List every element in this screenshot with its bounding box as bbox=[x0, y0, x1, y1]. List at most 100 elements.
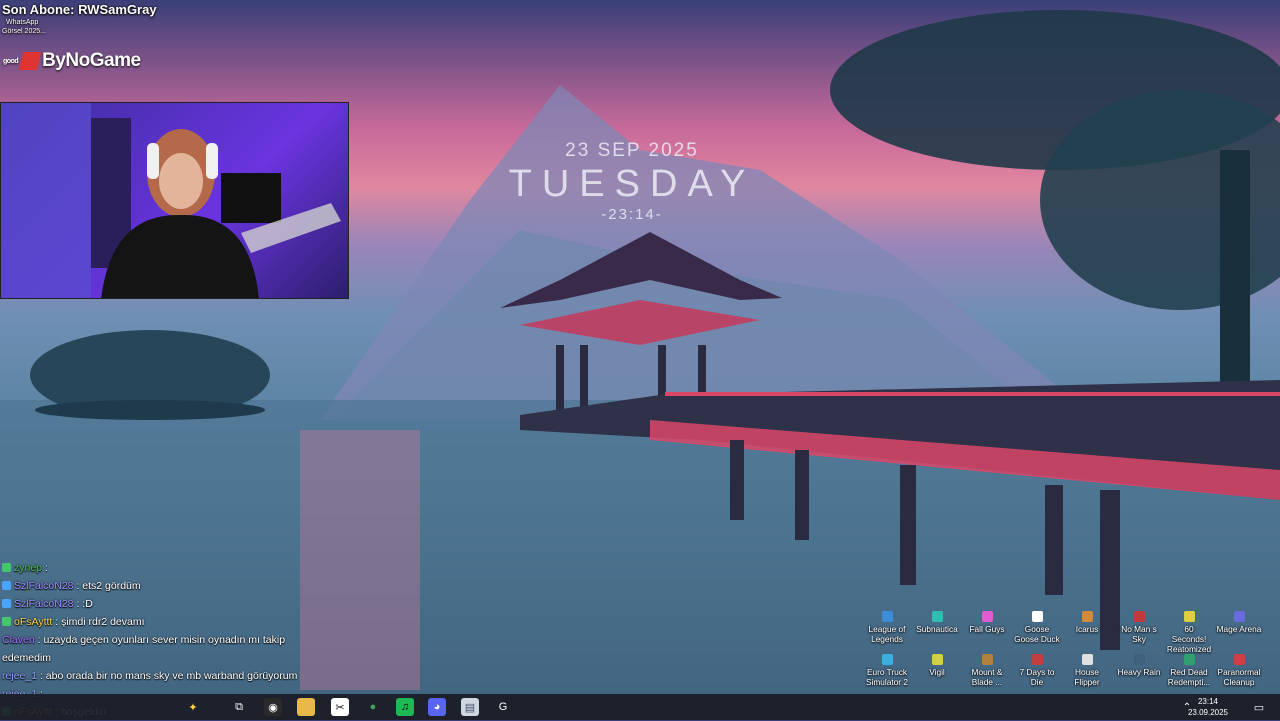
notepad-icon[interactable]: ▤ bbox=[461, 698, 479, 716]
system-time: 23:14 bbox=[1197, 697, 1218, 706]
logo-mark-icon bbox=[18, 52, 42, 70]
desktop-shortcut-label: Fall Guys bbox=[969, 624, 1005, 634]
desktop-shortcut-label: Red Dead Redempti... bbox=[1167, 667, 1211, 687]
desktop-shortcut[interactable]: Goose Goose Duck bbox=[1014, 611, 1060, 644]
chat-badge-icon bbox=[2, 599, 11, 608]
desktop-shortcut[interactable]: Red Dead Redempti... bbox=[1166, 654, 1212, 687]
overlay-tiny-text: good bbox=[3, 57, 19, 65]
desktop-shortcut-label: 7 Days to Die bbox=[1019, 667, 1055, 687]
desktop-shortcut[interactable]: 60 Seconds! Reatomized bbox=[1166, 611, 1212, 654]
desktop-shortcut-label: Mage Arena bbox=[1216, 624, 1262, 634]
desktop-shortcut-label: Vigil bbox=[929, 667, 945, 677]
app-shortcut-icon bbox=[1081, 654, 1093, 665]
desktop-shortcut[interactable]: House Flipper bbox=[1064, 654, 1110, 687]
app-shortcut-icon bbox=[1233, 654, 1245, 665]
desktop-shortcut[interactable]: No Man s Sky bbox=[1116, 611, 1162, 644]
chat-message: oFsAyttt : şimdi rdr2 devamı bbox=[2, 613, 322, 631]
desktop-shortcut[interactable]: Icarus bbox=[1064, 611, 1110, 634]
last-subscriber-label: Son Abone: RWSamGray bbox=[2, 2, 157, 17]
chat-message: zynep : bbox=[2, 559, 322, 577]
chat-badge-icon bbox=[2, 563, 11, 572]
chat-text: edemedim bbox=[2, 652, 52, 664]
desktop-shortcut[interactable]: Vigil bbox=[914, 654, 960, 677]
capcut-icon[interactable]: ✂ bbox=[331, 698, 349, 716]
app-shortcut-icon bbox=[1183, 611, 1195, 622]
desktop-shortcut-label: No Man s Sky bbox=[1121, 624, 1157, 644]
app-shortcut-icon bbox=[1183, 654, 1195, 665]
desktop-shortcut[interactable]: Fall Guys bbox=[964, 611, 1010, 634]
discord-icon[interactable]: ◕ bbox=[428, 698, 446, 716]
app-shortcut-icon bbox=[1133, 611, 1145, 622]
app-shortcut-icon bbox=[1133, 654, 1145, 665]
chat-text: : uzayda geçen oyunları sever misin oyna… bbox=[34, 634, 286, 646]
chat-username[interactable]: oFsAyttt bbox=[14, 616, 52, 628]
app-shortcut-icon bbox=[881, 611, 893, 622]
chat-message: Claven : uzayda geçen oyunları sever mis… bbox=[2, 631, 322, 649]
chat-message: SzlFalcoN28 : :D bbox=[2, 595, 322, 613]
chat-username[interactable]: rejee_1 bbox=[2, 670, 37, 682]
desktop-shortcut[interactable]: Paranormal Cleanup bbox=[1216, 654, 1262, 687]
chat-username[interactable]: SzlFalcoN28 bbox=[14, 580, 74, 592]
desktop-shortcut[interactable]: Euro Truck Simulator 2 bbox=[864, 654, 910, 687]
desktop-shortcut-label: House Flipper bbox=[1074, 667, 1100, 687]
file-explorer-icon[interactable]: ▬ bbox=[297, 698, 315, 716]
chat-text: : bbox=[42, 562, 48, 574]
task-view-icon[interactable]: ⧉ bbox=[230, 698, 248, 716]
desktop-shortcut[interactable]: Mage Arena bbox=[1216, 611, 1262, 634]
app-shortcut-icon bbox=[931, 611, 943, 622]
g-hub-icon[interactable]: G bbox=[494, 698, 512, 716]
desktop-shortcut[interactable]: 7 Days to Die bbox=[1014, 654, 1060, 687]
app-shortcut-icon bbox=[1233, 611, 1245, 622]
app-shortcut-icon bbox=[981, 654, 993, 665]
desktop-shortcut-label: Mount & Blade ... bbox=[971, 667, 1003, 687]
desktop-shortcut-label: 60 Seconds! Reatomized bbox=[1166, 624, 1212, 654]
chat-username[interactable]: Claven bbox=[2, 634, 35, 646]
sparkle-widget-icon[interactable]: ✦ bbox=[184, 698, 202, 716]
clock-day: TUESDAY bbox=[508, 163, 756, 205]
desktop-shortcut-label: Paranormal Cleanup bbox=[1217, 667, 1261, 687]
chat-username[interactable]: zynep bbox=[14, 562, 42, 574]
clock-time: -23:14- bbox=[601, 206, 663, 223]
system-date: 23.09.2025 bbox=[1187, 708, 1228, 717]
desktop-shortcut-label: Heavy Rain bbox=[1117, 667, 1161, 677]
desktop-shortcut-label: Euro Truck Simulator 2 bbox=[866, 667, 908, 687]
chat-message: SzlFalcoN28 : ets2 gördüm bbox=[2, 577, 322, 595]
chat-badge-icon bbox=[2, 617, 11, 626]
desktop-shortcut-label: Icarus bbox=[1075, 624, 1099, 634]
desktop-shortcut-label: Goose Goose Duck bbox=[1014, 624, 1060, 644]
webcam-person-image bbox=[1, 103, 341, 298]
app-shortcut-icon bbox=[1031, 654, 1043, 665]
chat-message: rejee_1 : abo orada bir no mans sky ve m… bbox=[2, 667, 322, 685]
system-clock[interactable]: 23:14 23.09.2025 bbox=[1188, 696, 1228, 718]
spotify-icon[interactable]: ♫ bbox=[396, 698, 414, 716]
desktop-shortcut-label: League of Legends bbox=[868, 624, 906, 644]
app-shortcut-icon bbox=[981, 611, 993, 622]
clock-date: 23 SEP 2025 bbox=[565, 140, 699, 161]
bynogame-logo: good ByNoGame bbox=[3, 50, 141, 72]
app-shortcut-icon bbox=[881, 654, 893, 665]
overlay-tiny-text: WhatsApp bbox=[6, 19, 39, 26]
desktop-shortcut[interactable]: Heavy Rain bbox=[1116, 654, 1162, 677]
desktop-shortcut[interactable]: Mount & Blade ... bbox=[964, 654, 1010, 687]
taskbar: ✦ ⧉ ◉ ▬ ✂ ● ♫ ◕ ▤ G ⌃ 23:14 23.09.2025 ▭ bbox=[0, 694, 1280, 720]
webcam-feed bbox=[0, 102, 349, 299]
chrome-icon[interactable]: ● bbox=[364, 698, 382, 716]
chat-username[interactable]: SzlFalcoN28 bbox=[14, 598, 74, 610]
chat-text: : :D bbox=[73, 598, 93, 610]
chat-badge-icon bbox=[2, 581, 11, 590]
chat-text: : şimdi rdr2 devamı bbox=[52, 616, 145, 628]
desktop-shortcut[interactable]: League of Legends bbox=[864, 611, 910, 644]
logo-text: ByNoGame bbox=[42, 50, 141, 71]
notification-icon[interactable]: ▭ bbox=[1250, 698, 1268, 716]
wallpaper-clock: 23 SEP 2025 TUESDAY -23:14- bbox=[508, 140, 756, 223]
overlay-tiny-text: Görsel 2025... bbox=[2, 28, 46, 35]
app-shortcut-icon bbox=[1081, 611, 1093, 622]
app-shortcut-icon bbox=[1031, 611, 1043, 622]
obs-icon[interactable]: ◉ bbox=[264, 698, 282, 716]
app-shortcut-icon bbox=[931, 654, 943, 665]
desktop-shortcut-label: Subnautica bbox=[916, 624, 958, 634]
desktop-shortcut[interactable]: Subnautica bbox=[914, 611, 960, 634]
chat-text: : ets2 gördüm bbox=[73, 580, 141, 592]
chat-message: edemedim bbox=[2, 649, 322, 667]
chat-text: : abo orada bir no mans sky ve mb warban… bbox=[37, 670, 298, 682]
